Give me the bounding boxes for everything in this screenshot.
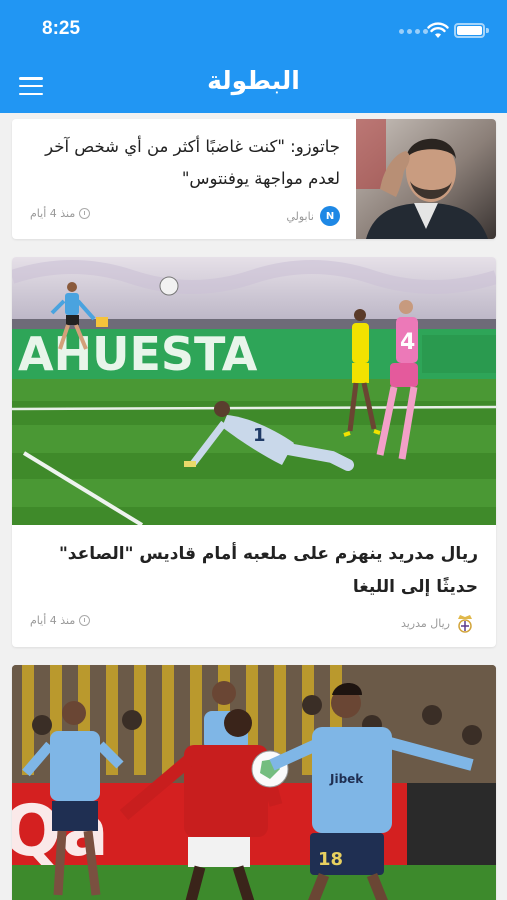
app-logo: البطولة xyxy=(207,66,300,95)
article-source[interactable]: ريال مدريد xyxy=(401,613,474,633)
match-photo-real-madrid-cadiz: AHUESTA 4 1 xyxy=(12,257,496,525)
jersey-number: 18 xyxy=(318,849,343,870)
clock-icon xyxy=(79,208,91,219)
article-time: منذ 4 أيام xyxy=(30,207,91,220)
news-card-gattuso[interactable]: جاتوزو: "كنت غاضبًا أكثر من أي شخص آخر ل… xyxy=(12,119,496,239)
napoli-crest-icon: N xyxy=(320,206,340,226)
time-label: منذ 4 أيام xyxy=(30,207,76,220)
cellular-signal-icon xyxy=(399,29,428,34)
match-photo-red-blue: Qa Jibek 18 xyxy=(12,665,496,900)
article-title[interactable]: ريال مدريد ينهزم على ملعبه أمام قاديس "ا… xyxy=(28,538,478,604)
source-label: نابولي xyxy=(286,209,314,223)
banner-text: AHUESTA xyxy=(18,327,258,381)
jersey-number: 4 xyxy=(400,330,415,355)
article-title[interactable]: جاتوزو: "كنت غاضبًا أكثر من أي شخص آخر ل… xyxy=(24,131,340,195)
news-card-real-madrid[interactable]: AHUESTA 4 1 ريال مدريد ينهزم على ملعبه أ… xyxy=(12,257,496,647)
clock-icon xyxy=(79,615,91,626)
article-source[interactable]: N نابولي xyxy=(286,206,340,226)
real-madrid-crest-icon xyxy=(458,615,472,633)
status-time: 8:25 xyxy=(42,18,81,39)
svg-text:Jibek: Jibek xyxy=(329,772,364,786)
gattuso-thumbnail xyxy=(356,119,496,239)
news-card-match[interactable]: Qa Jibek 18 xyxy=(12,665,496,900)
article-time: منذ 4 أيام xyxy=(30,614,91,627)
time-label: منذ 4 أيام xyxy=(30,614,76,627)
battery-icon xyxy=(454,23,485,38)
wifi-icon xyxy=(427,22,449,38)
jersey-number: 1 xyxy=(253,425,266,446)
source-label: ريال مدريد xyxy=(400,616,450,630)
app-header: 8:25 البطولة xyxy=(0,0,507,113)
